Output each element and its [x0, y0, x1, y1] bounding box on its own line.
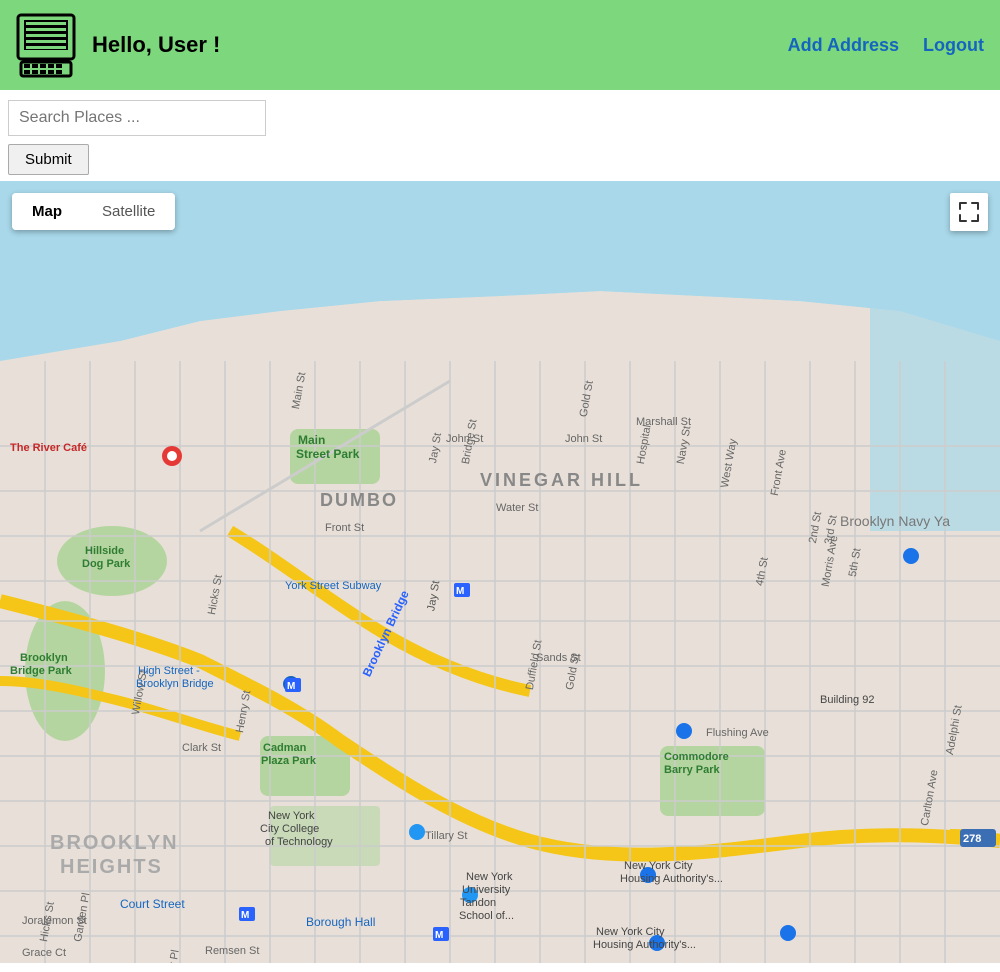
- svg-text:M: M: [435, 930, 443, 941]
- search-input[interactable]: [8, 100, 266, 136]
- svg-text:Front St: Front St: [325, 522, 364, 534]
- svg-text:Bridge Park: Bridge Park: [10, 665, 73, 677]
- svg-text:Brooklyn Bridge: Brooklyn Bridge: [136, 678, 214, 690]
- svg-text:DUMBO: DUMBO: [320, 490, 398, 510]
- svg-text:Grace Ct: Grace Ct: [22, 947, 66, 959]
- header-left: Hello, User !: [16, 10, 220, 80]
- map-container: 278 278 M M M M M M M: [0, 181, 1000, 963]
- svg-text:Housing Authority's...: Housing Authority's...: [620, 873, 723, 885]
- map-button[interactable]: Map: [12, 193, 82, 230]
- svg-text:Tillary St: Tillary St: [425, 830, 467, 842]
- svg-text:Brooklyn Navy Ya: Brooklyn Navy Ya: [840, 513, 950, 529]
- svg-text:Plaza Park: Plaza Park: [261, 755, 317, 767]
- submit-button[interactable]: Submit: [8, 144, 89, 175]
- svg-text:BROOKLYN: BROOKLYN: [50, 832, 179, 854]
- search-area: [0, 90, 1000, 140]
- svg-text:Tandon: Tandon: [460, 897, 496, 909]
- svg-text:Borough Hall: Borough Hall: [306, 915, 375, 929]
- svg-text:Building 92: Building 92: [820, 694, 874, 706]
- svg-text:278: 278: [963, 833, 981, 845]
- app-header: Hello, User ! Add Address Logout: [0, 0, 1000, 90]
- svg-text:Barry Park: Barry Park: [664, 764, 721, 776]
- svg-text:New York City: New York City: [624, 860, 693, 872]
- svg-text:Clark St: Clark St: [182, 742, 221, 754]
- logo-icon: [16, 10, 76, 80]
- svg-text:Flushing Ave: Flushing Ave: [706, 727, 769, 739]
- svg-text:M: M: [287, 681, 295, 692]
- svg-text:Remsen St: Remsen St: [205, 945, 259, 957]
- map-background: 278 278 M M M M M M M: [0, 181, 1000, 963]
- svg-text:New York: New York: [466, 871, 513, 883]
- svg-text:Street Park: Street Park: [296, 447, 360, 461]
- svg-text:Dog Park: Dog Park: [82, 558, 131, 570]
- svg-text:High Street -: High Street -: [138, 665, 200, 677]
- svg-text:M: M: [456, 586, 464, 597]
- svg-text:Water St: Water St: [496, 502, 538, 514]
- svg-text:University: University: [462, 884, 511, 896]
- svg-text:HEIGHTS: HEIGHTS: [60, 856, 163, 878]
- svg-text:Hillside: Hillside: [85, 545, 124, 557]
- svg-text:Commodore: Commodore: [664, 751, 729, 763]
- svg-text:School of...: School of...: [459, 910, 514, 922]
- svg-text:New York: New York: [268, 810, 315, 822]
- svg-text:Main: Main: [298, 433, 325, 447]
- greeting-text: Hello, User !: [92, 32, 220, 58]
- header-right: Add Address Logout: [788, 35, 984, 56]
- svg-text:Brooklyn: Brooklyn: [20, 652, 68, 664]
- satellite-button[interactable]: Satellite: [82, 193, 175, 230]
- add-address-button[interactable]: Add Address: [788, 35, 899, 56]
- map-toggle: Map Satellite: [12, 193, 175, 230]
- submit-area: Submit: [0, 140, 1000, 181]
- svg-text:New York City: New York City: [596, 926, 665, 938]
- svg-text:Housing Authority's...: Housing Authority's...: [593, 939, 696, 951]
- svg-text:M: M: [241, 910, 249, 921]
- svg-text:York Street Subway: York Street Subway: [285, 580, 382, 592]
- fullscreen-icon: [958, 201, 980, 223]
- fullscreen-button[interactable]: [950, 193, 988, 231]
- svg-text:John St: John St: [565, 433, 602, 445]
- svg-text:of Technology: of Technology: [265, 836, 333, 848]
- svg-text:The River Café: The River Café: [10, 442, 87, 454]
- logout-button[interactable]: Logout: [923, 35, 984, 56]
- svg-text:Cadman: Cadman: [263, 742, 307, 754]
- svg-text:Court Street: Court Street: [120, 897, 185, 911]
- svg-text:VINEGAR HILL: VINEGAR HILL: [480, 470, 643, 490]
- svg-text:City College: City College: [260, 823, 319, 835]
